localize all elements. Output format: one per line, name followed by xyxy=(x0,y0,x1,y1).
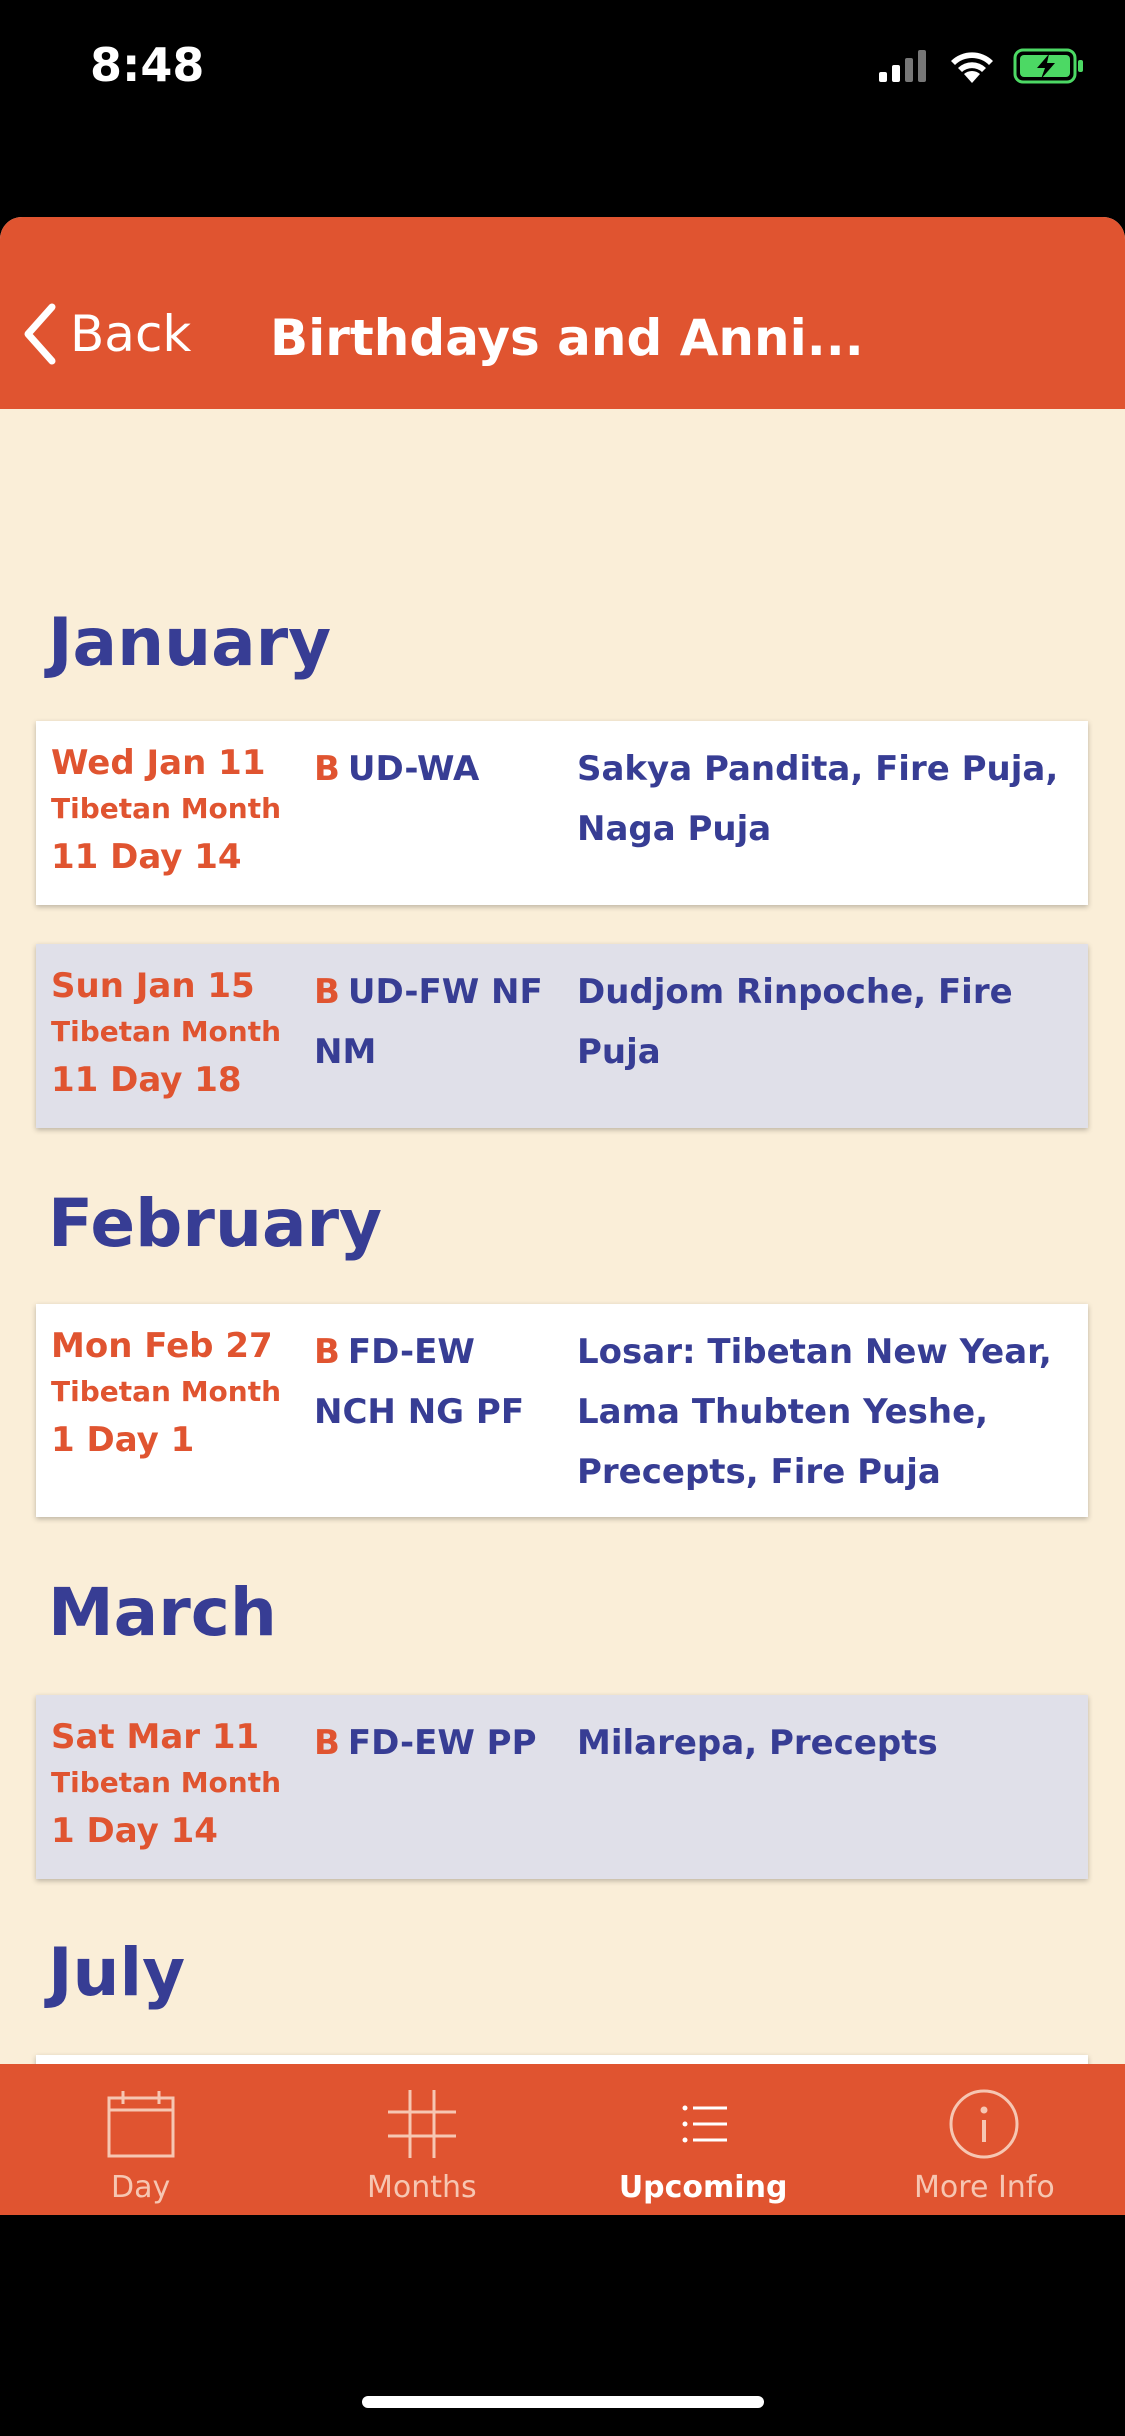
grid-icon xyxy=(387,2090,456,2158)
status-bar: 8:48 xyxy=(0,0,1125,140)
code-column: B FD-EW NCH NG PF xyxy=(314,1322,559,1442)
tibetan-month-label: Tibetan Month xyxy=(51,1375,282,1408)
tibetan-day: 1 Day 1 xyxy=(51,1420,195,1460)
chevron-left-icon xyxy=(24,303,56,365)
code-prefix: B xyxy=(314,1723,340,1763)
code-column: B UD-WA xyxy=(314,739,559,799)
code-column: B UD-FW NF NM xyxy=(314,962,559,1082)
tab-label: Upcoming xyxy=(618,2170,788,2205)
code-prefix: B xyxy=(314,972,340,1012)
status-time: 8:48 xyxy=(90,38,205,92)
tibetan-day: 11 Day 14 xyxy=(51,837,242,877)
wifi-icon xyxy=(951,52,993,83)
back-label: Back xyxy=(70,305,192,363)
date-column: Sun Jan 15 Tibetan Month 11 Day 18 xyxy=(51,962,281,1106)
month-header: February xyxy=(48,1185,383,1262)
list-item[interactable]: Mon Feb 27 Tibetan Month 1 Day 1 B FD-EW … xyxy=(36,1304,1088,1517)
code-column: B FD-EW PP xyxy=(314,1713,559,1773)
cellular-signal-icon xyxy=(879,50,926,82)
tab-label: Months xyxy=(367,2170,477,2205)
month-header: July xyxy=(48,1934,186,2011)
list-item[interactable]: Sat Mar 11 Tibetan Month 1 Day 14 B FD-EW… xyxy=(36,1695,1088,1879)
tibetan-day: 11 Day 18 xyxy=(51,1060,242,1100)
list-item[interactable]: Wed Jan 11 Tibetan Month 11 Day 14 B UD-W… xyxy=(36,721,1088,905)
gregorian-date: Wed Jan 11 xyxy=(51,743,266,783)
tab-label: More Info xyxy=(914,2170,1055,2205)
events-text: Milarepa, Precepts xyxy=(577,1723,938,1763)
code-text: FD-EW NCH NG PF xyxy=(314,1332,525,1432)
code-prefix: B xyxy=(314,1332,340,1372)
battery-charging-icon xyxy=(1013,48,1083,84)
events-text: Sakya Pandita, Fire Puja, Naga Puja xyxy=(577,749,1059,849)
events-text: Dudjom Rinpoche, Fire Puja xyxy=(577,972,1013,1072)
gregorian-date: Sat Mar 11 xyxy=(51,1717,260,1757)
list-item-partial[interactable] xyxy=(36,2055,1088,2064)
tab-label: Day xyxy=(111,2170,171,2205)
date-column: Mon Feb 27 Tibetan Month 1 Day 1 xyxy=(51,1322,281,1466)
calendar-icon xyxy=(107,2091,175,2158)
status-icons xyxy=(879,48,1085,84)
code-text: UD-FW NF NM xyxy=(314,972,543,1072)
tab-more-info[interactable]: More Info xyxy=(844,2064,1125,2215)
code-prefix: B xyxy=(314,749,340,789)
back-button[interactable]: Back xyxy=(22,303,191,365)
upcoming-list[interactable]: January Wed Jan 11 Tibetan Month 11 Day … xyxy=(0,409,1125,2064)
events-text: Losar: Tibetan New Year, Lama Thubten Ye… xyxy=(577,1332,1052,1492)
gregorian-date: Mon Feb 27 xyxy=(51,1326,273,1366)
tab-months[interactable]: Months xyxy=(281,2064,562,2215)
tab-upcoming[interactable]: Upcoming xyxy=(563,2064,844,2215)
tibetan-month-label: Tibetan Month xyxy=(51,1766,282,1799)
list-icon xyxy=(682,2105,728,2143)
list-item[interactable]: Sun Jan 15 Tibetan Month 11 Day 18 B UD-F… xyxy=(36,944,1088,1128)
page-title: Birthdays and Anni... xyxy=(270,309,864,367)
tibetan-day: 1 Day 14 xyxy=(51,1811,218,1851)
home-indicator[interactable] xyxy=(362,2396,764,2408)
tab-bar: Day Months Upcoming More Info xyxy=(0,2064,1125,2215)
code-text: UD-WA xyxy=(347,749,480,789)
info-icon xyxy=(949,2089,1019,2159)
tab-day[interactable]: Day xyxy=(0,2064,281,2215)
month-header: January xyxy=(48,604,332,681)
tibetan-month-label: Tibetan Month xyxy=(51,792,282,825)
modal-sheet: Back Birthdays and Anni... January Wed J… xyxy=(0,217,1125,2215)
date-column: Sat Mar 11 Tibetan Month 1 Day 14 xyxy=(51,1713,281,1857)
gregorian-date: Sun Jan 15 xyxy=(51,966,255,1006)
tibetan-month-label: Tibetan Month xyxy=(51,1015,282,1048)
date-column: Wed Jan 11 Tibetan Month 11 Day 14 xyxy=(51,739,281,883)
code-text: FD-EW PP xyxy=(347,1723,537,1763)
month-header: March xyxy=(48,1574,277,1651)
navigation-bar: Back Birthdays and Anni... xyxy=(0,217,1125,409)
